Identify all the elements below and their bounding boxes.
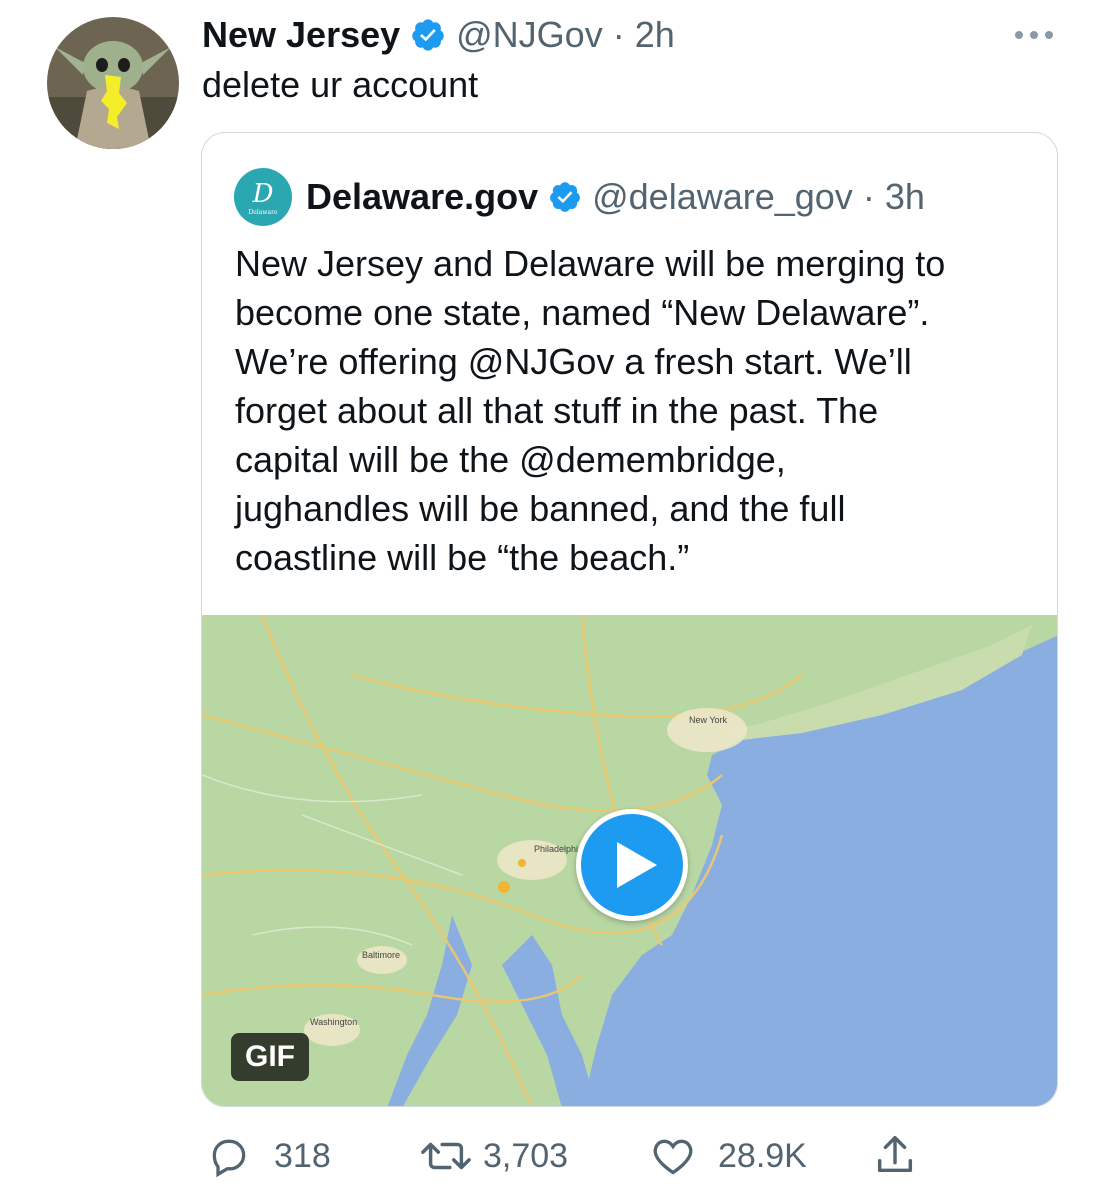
map-label-washington: Washington [310,1017,357,1027]
play-icon [617,842,657,888]
verified-badge-icon [550,182,580,212]
tweet-text: delete ur account [202,64,479,105]
map-label-new-york: New York [689,715,728,725]
quoted-tweet-header: D Delaware Delaware.gov @delaware_gov · … [234,168,925,226]
more-options-icon[interactable] [1008,24,1060,46]
delaware-logo-avatar[interactable]: D Delaware [234,168,292,226]
like-button[interactable]: 28.9K [650,1134,807,1178]
reply-icon [212,1139,246,1178]
heart-icon [653,1139,693,1175]
author-avatar[interactable] [47,17,179,149]
retweet-button[interactable]: 3,703 [421,1134,568,1178]
gif-media[interactable]: New York Philadelphia Baltimore Washingt… [202,615,1057,1106]
map-label-baltimore: Baltimore [362,950,400,960]
reply-button[interactable]: 318 [206,1134,331,1178]
svg-text:Delaware: Delaware [249,209,278,216]
dot [1045,31,1053,39]
retweet-count: 3,703 [483,1136,569,1175]
svg-text:D: D [252,179,274,209]
play-button[interactable] [576,809,688,921]
verified-badge-icon [412,19,444,51]
quoted-tweet-time[interactable]: 3h [885,176,925,218]
reply-count: 318 [274,1136,331,1175]
separator-dot: · [862,176,875,217]
author-handle[interactable]: @NJGov [456,14,603,56]
author-name[interactable]: New Jersey [202,14,400,56]
tweet-header: New Jersey @NJGov · 2h [202,12,675,58]
dot [1030,31,1038,39]
share-icon [877,1136,913,1173]
dot [1015,31,1023,39]
quoted-tweet-text: New Jersey and Delaware will be merging … [235,243,946,578]
tweet-time[interactable]: 2h [635,14,675,56]
retweet-icon [421,1142,471,1170]
quoted-tweet-card[interactable]: D Delaware Delaware.gov @delaware_gov · … [201,132,1058,1107]
tweet-actions: 318 3,703 28.9K [0,1130,1107,1180]
separator-dot: · [612,14,625,55]
share-button[interactable] [872,1132,918,1178]
quoted-author-handle[interactable]: @delaware_gov [592,176,853,218]
like-count: 28.9K [718,1136,807,1175]
map-label-philadelphia: Philadelphia [534,844,583,854]
gif-badge: GIF [231,1033,309,1081]
quoted-author-name[interactable]: Delaware.gov [306,176,538,218]
